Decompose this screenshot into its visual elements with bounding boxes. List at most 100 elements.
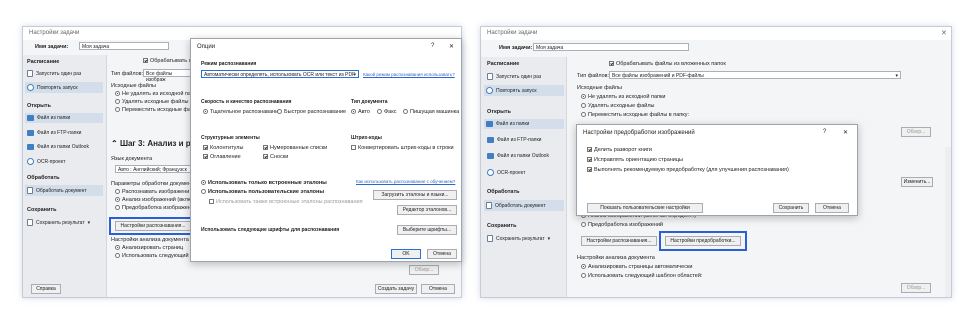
- sidebar-item-run-once[interactable]: Запустить один раз: [487, 73, 541, 80]
- help-icon[interactable]: ?: [431, 43, 434, 49]
- speed-thorough-radio[interactable]: Тщательное распознавание: [203, 109, 281, 115]
- analysis-auto-radio[interactable]: Анализировать страниц: [115, 245, 183, 251]
- sidebar-item-label: Файл из папки Outlook: [37, 144, 89, 150]
- file-type-select[interactable]: Все файлы изображений и PDF-файлы ▾: [609, 71, 901, 79]
- sidebar-item-file-folder[interactable]: Файл из папки: [484, 119, 564, 129]
- sidebar-heading-schedule: Расписание: [27, 59, 60, 65]
- close-icon[interactable]: ✕: [843, 129, 848, 136]
- sidebar-item-file-folder[interactable]: Файл из папки: [25, 113, 103, 123]
- param-preprocess-radio[interactable]: Предобработка изображений: [581, 222, 663, 228]
- browse-button[interactable]: Обзор...: [409, 265, 439, 275]
- param-recognize-radio[interactable]: Распознавать изображени: [115, 189, 189, 195]
- task-name-input[interactable]: Моя задача: [533, 43, 689, 51]
- browse-template-button[interactable]: Обзор...: [901, 283, 931, 293]
- ok-button[interactable]: OK: [391, 249, 421, 259]
- sidebar-item-label: Сохранить результат: [36, 219, 85, 226]
- struct-numbered-checkbox[interactable]: Нумерованные списки: [263, 145, 327, 151]
- sidebar-item-label: OCR-проект: [37, 158, 66, 165]
- ocr-project-icon: [487, 169, 494, 176]
- sidebar-item-ocr-project[interactable]: OCR-проект: [487, 169, 525, 176]
- outlook-folder-icon: [27, 144, 34, 150]
- param-analyze-radio[interactable]: Анализ изображений (включ: [115, 197, 195, 203]
- speed-fast-radio[interactable]: Быстрое распознавание: [277, 109, 346, 115]
- options-cancel-button[interactable]: Отмена: [427, 249, 457, 259]
- sidebar-item-process-doc[interactable]: Обработать документ: [25, 185, 103, 196]
- document-icon: [487, 73, 493, 80]
- load-patterns-button[interactable]: Загрузить эталоны и языки...: [373, 190, 457, 200]
- barcode-label: Штрих-коды: [351, 135, 382, 141]
- sidebar-item-repeat-run[interactable]: Повторять запуск: [484, 85, 564, 96]
- doc-lang-label: Язык документа: [111, 156, 153, 162]
- save-button[interactable]: Сохранить: [773, 203, 809, 213]
- doc-lang-field[interactable]: Авто : Английский; Французск: [115, 165, 191, 173]
- struct-toc-checkbox[interactable]: Оглавление: [203, 154, 241, 160]
- sidebar-item-file-outlook[interactable]: Файл из папки Outlook: [487, 153, 549, 159]
- process-subfolders-checkbox[interactable]: Обрабатывать файлы из вложенных папок: [609, 61, 726, 67]
- task-name-input[interactable]: Моя задача: [79, 42, 169, 50]
- sidebar-item-file-ftp[interactable]: Файл из FTP-папки: [487, 137, 541, 143]
- mode-help-link[interactable]: Какой режим распознавания использовать?: [363, 72, 455, 77]
- sidebar-heading-process: Обработать: [487, 189, 520, 195]
- scrollbar[interactable]: [945, 147, 951, 297]
- opt-move-radio[interactable]: Переместить исходные файлы: [115, 107, 201, 113]
- sidebar-item-file-outlook[interactable]: Файл из папки Outlook: [27, 144, 89, 150]
- browse-button[interactable]: Обзор...: [901, 127, 931, 137]
- doctype-typewriter-radio[interactable]: Пишущая машинка: [403, 109, 459, 115]
- sidebar-item-label: Обработать документ: [495, 202, 546, 209]
- sidebar-item-run-once[interactable]: Запустить один раз: [27, 70, 81, 77]
- fonts-label: Использовать следующие шрифты для распоз…: [201, 227, 340, 233]
- struct-headers-checkbox[interactable]: Колонтитулы: [203, 145, 243, 151]
- patterns-help-link[interactable]: Как использовать распознавание с обучени…: [356, 179, 455, 184]
- close-icon[interactable]: ✕: [941, 29, 947, 37]
- recognition-settings-button[interactable]: Настройки распознавания...: [581, 236, 657, 246]
- opt-keep-radio[interactable]: Не удалять из исходной папки: [115, 91, 199, 97]
- param-preprocess-radio[interactable]: Предобработка изображени: [115, 205, 194, 211]
- opt-keep-radio[interactable]: Не удалять из исходной папки: [581, 94, 665, 100]
- patterns-builtin-radio[interactable]: Использовать только встроенные эталоны: [201, 180, 327, 186]
- repeat-icon: [486, 87, 493, 94]
- opt-delete-radio[interactable]: Удалять исходные файлы: [115, 99, 189, 105]
- pattern-editor-button[interactable]: Редактор эталонов...: [397, 205, 457, 215]
- ftp-folder-icon: [487, 137, 494, 143]
- help-button[interactable]: Справка: [31, 284, 61, 294]
- patterns-user-radio[interactable]: Использовать пользовательские эталоны: [201, 189, 324, 195]
- sidebar-item-repeat-run[interactable]: Повторять запуск: [25, 82, 103, 93]
- process-subfolders-checkbox[interactable]: Обрабатывать ф: [143, 58, 193, 64]
- create-task-button[interactable]: Создать задачу: [375, 284, 417, 294]
- show-custom-settings-button[interactable]: Показать пользовательские настройки: [587, 203, 703, 213]
- sidebar-item-file-ftp[interactable]: Файл из FTP-папки: [27, 130, 81, 136]
- cancel-button[interactable]: Отмена: [421, 284, 455, 294]
- doctype-auto-radio[interactable]: Авто: [351, 109, 370, 115]
- analysis-auto-radio[interactable]: Анализировать страницы автоматически: [581, 264, 692, 270]
- patterns-also-checkbox[interactable]: Использовать также встроенные эталоны ра…: [209, 199, 363, 205]
- barcode-convert-checkbox[interactable]: Конвертировать штрих-коды в строки: [351, 145, 454, 151]
- opt-delete-radio[interactable]: Удалять исходные файлы: [581, 103, 655, 109]
- select-fonts-button[interactable]: Выберите шрифты...: [397, 225, 457, 235]
- doctype-fax-radio[interactable]: Факс: [377, 109, 396, 115]
- close-icon[interactable]: ✕: [449, 43, 454, 50]
- source-files-label: Исходные файлы: [577, 85, 622, 91]
- help-icon[interactable]: ?: [823, 129, 826, 135]
- recommended-preprocess-checkbox[interactable]: Выполнять рекомендуемую предобработку (д…: [587, 167, 789, 173]
- save-document-icon: [27, 219, 33, 226]
- outlook-folder-icon: [487, 153, 494, 159]
- sidebar-item-label: Файл из FTP-папки: [497, 137, 542, 143]
- preproc-cancel-button[interactable]: Отмена: [815, 203, 849, 213]
- file-type-select[interactable]: Все файлы изображ: [143, 69, 191, 83]
- split-spread-checkbox[interactable]: Делить разворот книги: [587, 147, 652, 153]
- preprocessing-dialog: Настройки предобработки изображений ? ✕ …: [576, 124, 858, 216]
- sidebar-item-label: Обработать документ: [36, 187, 87, 194]
- mode-dropdown[interactable]: Автоматически определять, использовать O…: [201, 70, 359, 78]
- struct-footnotes-checkbox[interactable]: Сноски: [263, 154, 288, 160]
- analysis-template-radio[interactable]: Использовать следующий ша: [115, 253, 198, 259]
- sidebar-item-process-doc[interactable]: Обработать документ: [484, 200, 564, 211]
- languages-change-button[interactable]: Изменить...: [901, 177, 933, 187]
- analysis-template-radio[interactable]: Использовать следующий шаблон областей:: [581, 273, 702, 279]
- sidebar-item-save-result[interactable]: Сохранить результат ▾: [27, 219, 90, 226]
- sidebar-item-label: Файл из папки Outlook: [497, 153, 549, 159]
- fix-orientation-checkbox[interactable]: Исправлять ориентацию страницы: [587, 157, 683, 163]
- sidebar-item-label: Файл из FTP-папки: [37, 130, 82, 136]
- sidebar-item-ocr-project[interactable]: OCR-проект: [27, 158, 65, 165]
- opt-move-radio[interactable]: Переместить исходные файлы в папку:: [581, 112, 689, 118]
- sidebar-item-save-result[interactable]: Сохранить результат ▾: [487, 235, 550, 242]
